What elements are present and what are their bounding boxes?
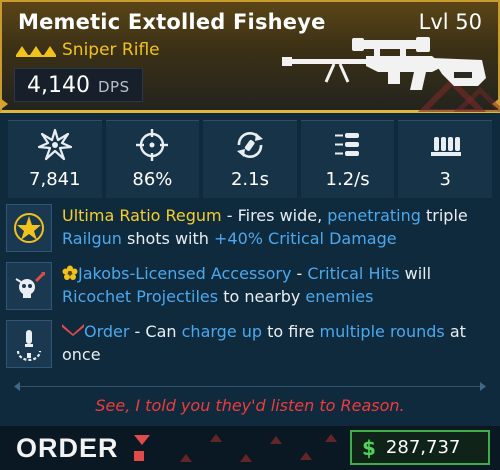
legendary-rarity-icon <box>16 46 56 57</box>
order-chevron-icon <box>62 324 84 336</box>
perk-icon-box <box>6 320 52 368</box>
perk-text: to nearby <box>218 287 306 306</box>
perk-keyword: +40% Critical Damage <box>213 229 397 248</box>
perk-description: Jakobs-Licensed Accessory - Critical Hit… <box>62 262 494 310</box>
order-manufacturer-logo: ORDER <box>16 433 150 463</box>
perk-text: - Can <box>129 322 182 341</box>
weapon-level: Lvl 50 <box>418 10 482 34</box>
damage-burst-icon <box>37 128 72 161</box>
perk-description: Order - Can charge up to fire multiple r… <box>62 320 494 368</box>
dps-value: 4,140 <box>27 73 90 98</box>
divider-notch-right <box>480 382 486 391</box>
perk-icon-box <box>6 204 52 252</box>
fire-rate-bullets-icon <box>334 133 359 156</box>
weapon-name: Memetic Extolled Fisheye <box>18 10 326 34</box>
stat-damage: 7,841 <box>8 120 102 198</box>
footer-pattern-decoration <box>180 434 337 462</box>
stat-fire-rate-value: 1.2/s <box>325 169 370 190</box>
perk-ultima-ratio-regum: Ultima Ratio Regum - Fires wide, penetra… <box>6 204 494 252</box>
card-header: Memetic Extolled Fisheye Lvl 50 Sniper R… <box>0 0 500 113</box>
weapon-type: Sniper Rifle <box>62 40 160 60</box>
dps-unit: DPS <box>97 78 130 96</box>
price-display: $ 287,737 <box>350 430 490 465</box>
perk-text: to fire <box>262 322 320 341</box>
dps-display: 4,140 DPS <box>14 68 143 102</box>
stat-accuracy: 86% <box>105 120 200 198</box>
magazine-ammo-icon <box>431 137 462 156</box>
perk-name: Order <box>84 322 130 341</box>
perk-text: - <box>291 264 308 283</box>
perk-jakobs-licensed-accessory: Jakobs-Licensed Accessory - Critical Hit… <box>6 262 494 310</box>
stat-fire-rate: 1.2/s <box>300 120 395 198</box>
perk-order: Order - Can charge up to fire multiple r… <box>6 320 494 368</box>
jakobs-flower-icon <box>62 265 78 280</box>
perk-text: will <box>399 264 432 283</box>
currency-icon: $ <box>362 435 376 460</box>
perk-name: Jakobs-Licensed Accessory <box>78 264 292 283</box>
perk-description: Ultima Ratio Regum - Fires wide, penetra… <box>62 204 494 252</box>
reload-icon <box>236 132 263 158</box>
perk-text: shots with <box>121 229 214 248</box>
stat-damage-value: 7,841 <box>29 169 81 190</box>
perk-text: triple <box>420 206 468 225</box>
stat-magazine: 3 <box>398 120 492 198</box>
perk-name: Ultima Ratio Regum <box>62 206 222 225</box>
stat-magazine-value: 3 <box>439 169 451 190</box>
stats-bar: 7,841 86% 2.1s 1.2/s 3 <box>8 120 492 198</box>
perk-keyword: Critical Hits <box>307 264 400 283</box>
charge-round-icon <box>16 330 42 361</box>
stat-reload-value: 2.1s <box>230 169 269 190</box>
crosshair-accuracy-icon <box>136 129 169 161</box>
price-value: 287,737 <box>385 437 461 458</box>
perk-keyword: Ricochet Projectiles <box>62 287 219 306</box>
divider-notch-left <box>14 382 20 391</box>
perk-icon-box <box>6 262 52 310</box>
svg-text:ORDER: ORDER <box>16 433 119 463</box>
perk-keyword: Railgun <box>62 229 122 248</box>
perk-text: - Fires wide, <box>221 206 328 225</box>
weapon-card: Memetic Extolled Fisheye Lvl 50 Sniper R… <box>0 0 500 470</box>
stat-reload: 2.1s <box>203 120 297 198</box>
stat-accuracy-value: 86% <box>132 169 173 190</box>
perk-keyword: enemies <box>305 287 374 306</box>
perk-keyword: charge up <box>181 322 263 341</box>
skull-ricochet-icon <box>15 272 45 298</box>
card-footer: ORDER $ 287,737 <box>0 426 500 470</box>
flavor-divider <box>14 382 486 391</box>
perk-keyword: penetrating <box>327 206 421 225</box>
weapon-type-row: Sniper Rifle <box>16 40 160 60</box>
gold-star-emblem-icon <box>14 213 44 243</box>
sniper-rifle-icon <box>282 37 486 90</box>
perk-keyword: multiple rounds <box>319 322 445 341</box>
flavor-text: See, I told you they'd listen to Reason. <box>95 396 405 415</box>
header-notch-left <box>0 98 8 110</box>
